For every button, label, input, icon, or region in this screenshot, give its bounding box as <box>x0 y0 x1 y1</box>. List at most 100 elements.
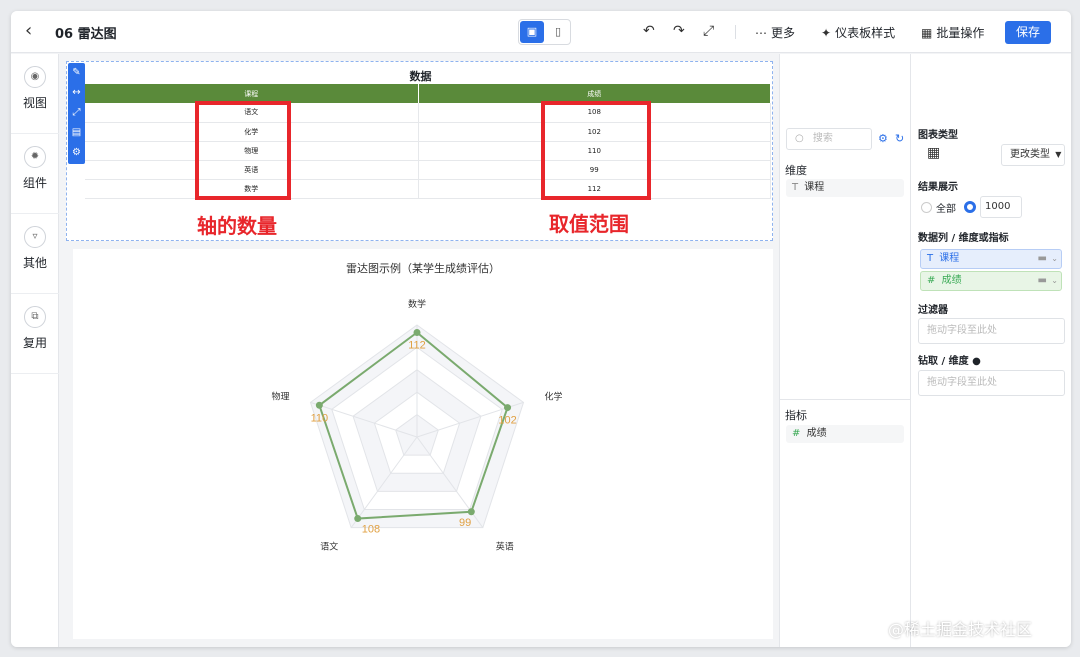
filter-dropzone[interactable]: 拖动字段至此处 <box>918 318 1065 344</box>
table-title: 数据 <box>409 70 432 83</box>
save-button[interactable]: 保存 <box>1005 21 1051 44</box>
radar-data-point <box>504 404 512 412</box>
nav-item-component[interactable]: ✹ 组件 <box>11 134 59 214</box>
table-row: 语文 108 <box>85 103 771 123</box>
number-type-icon: # <box>792 428 801 439</box>
radar-chart: 112 102 99 108 110 数学化学英语 语文 物理 <box>272 298 563 551</box>
other-icon: ▿ <box>24 226 46 248</box>
nav-label-view: 视图 <box>22 96 47 110</box>
batch-operation-button[interactable]: ▦ 批量操作 <box>921 24 984 41</box>
nav-item-view[interactable]: ◉ 视图 <box>11 54 59 134</box>
radio-all[interactable] <box>921 202 932 213</box>
radar-data-point <box>354 515 362 523</box>
radar-axis-label: 物理 <box>272 391 290 402</box>
brush-icon: ✦ <box>821 26 832 40</box>
batch-operation-label: 批量操作 <box>936 26 985 40</box>
nav-item-other[interactable]: ▿ 其他 <box>11 214 59 294</box>
text-type-icon: T <box>927 253 934 264</box>
metric-field-label: 成绩 <box>806 428 827 439</box>
watermark: @稀土掘金技术社区 <box>888 620 1033 639</box>
result-display-label: 结果展示 <box>918 182 958 193</box>
chevron-down-icon[interactable]: ⌄ <box>1051 272 1058 290</box>
datacol-metric-label: 成绩 <box>941 275 962 286</box>
chevron-down-icon[interactable]: ⌄ <box>1051 250 1058 268</box>
resize-icon[interactable]: ↔ <box>68 83 85 103</box>
dashboard-canvas: ✎ ↔ ⤢ ▤ ⚙ 数据 课程 成绩 语文108 化学102 物理110 <box>66 61 776 643</box>
widget-toolbar: ✎ ↔ ⤢ ▤ ⚙ <box>68 63 85 164</box>
redo-icon[interactable]: ↷ <box>673 23 685 39</box>
more-label: 更多 <box>771 26 796 40</box>
data-table: 课程 成绩 语文 108 化学 102 物理 110 英语 99 数学 112 <box>85 84 771 199</box>
reuse-icon: ⧉ <box>24 306 46 328</box>
change-type-select[interactable]: 更改类型 ▼ <box>1001 144 1065 166</box>
radar-data-label: 108 <box>362 524 380 536</box>
export-icon[interactable]: ▤ <box>68 123 85 143</box>
dimension-field-course[interactable]: T 课程 <box>786 179 904 197</box>
dashboard-style-label: 仪表板样式 <box>835 26 896 40</box>
chart-type-label: 图表类型 <box>918 130 958 141</box>
nav-label-reuse: 复用 <box>22 336 47 350</box>
dimension-field-label: 课程 <box>804 182 825 193</box>
annotation-box-axes <box>195 101 291 200</box>
table-row: 物理 110 <box>85 141 771 161</box>
change-type-label: 更改类型 <box>1010 149 1050 160</box>
back-arrow-icon[interactable]: ‹ <box>25 22 32 40</box>
table-row: 英语 99 <box>85 160 771 180</box>
info-icon: ● <box>972 356 981 367</box>
annotation-box-range <box>541 101 651 200</box>
dimension-label: 维度 <box>785 164 807 177</box>
delete-icon[interactable]: ▬ <box>1038 272 1047 290</box>
radar-data-label: 112 <box>408 339 426 351</box>
search-input[interactable]: ○ 搜索 <box>786 128 872 150</box>
dashboard-style-button[interactable]: ✦ 仪表板样式 <box>821 24 895 41</box>
field-panel: ○ 搜索 ⚙ ↻ 维度 T 课程 指标 # 成绩 <box>779 54 912 647</box>
expand-icon[interactable]: ⤢ <box>68 103 85 123</box>
text-type-icon: T <box>792 182 799 193</box>
table-row: 数学 112 <box>85 179 771 199</box>
radar-data-label: 102 <box>498 415 516 427</box>
radar-axis-label: 英语 <box>496 540 514 551</box>
nav-label-other: 其他 <box>22 256 47 270</box>
radar-data-label: 99 <box>459 517 471 529</box>
drill-dropzone[interactable]: 拖动字段至此处 <box>918 370 1065 396</box>
table-type-icon[interactable]: ▦ <box>927 145 940 161</box>
undo-icon[interactable]: ↶ <box>643 23 655 39</box>
radar-axis-label: 化学 <box>544 391 562 402</box>
fullscreen-icon[interactable]: ⤢ <box>703 23 714 39</box>
radar-axis-label: 数学 <box>408 298 426 309</box>
table-widget[interactable]: ✎ ↔ ⤢ ▤ ⚙ 数据 课程 成绩 语文108 化学102 物理110 <box>66 61 773 241</box>
edit-icon[interactable]: ✎ <box>68 63 85 83</box>
radio-limit[interactable] <box>964 201 976 213</box>
radar-data-point <box>413 328 421 336</box>
radar-data-point <box>315 401 323 409</box>
field-settings-icon[interactable]: ⚙ <box>878 132 888 145</box>
ellipsis-icon: ⋯ <box>755 26 767 40</box>
limit-input[interactable]: 1000 <box>980 196 1022 218</box>
datacol-dimension-chip[interactable]: T 课程 ▬ ⌄ <box>920 249 1062 269</box>
more-button[interactable]: ⋯ 更多 <box>755 24 795 41</box>
page-title: 06 雷达图 <box>55 27 117 42</box>
metric-field-score[interactable]: # 成绩 <box>786 425 904 443</box>
search-placeholder: 搜索 <box>812 133 833 144</box>
app-window: ‹ 06 雷达图 ▣ ▯ ↶ ↷ ⤢ ⋯ 更多 ✦ 仪表板样式 ▦ 批量操作 保存 ◉… <box>11 11 1071 647</box>
nav-item-reuse[interactable]: ⧉ 复用 <box>11 294 59 374</box>
limit-value: 1000 <box>985 201 1011 212</box>
mobile-view-icon[interactable]: ▯ <box>546 21 570 43</box>
search-icon: ○ <box>795 133 804 144</box>
desktop-view-icon[interactable]: ▣ <box>520 21 544 43</box>
grid-icon: ▦ <box>921 26 933 40</box>
radar-chart-widget[interactable]: 雷达图示例（某学生成绩评估） 112 102 99 108 110 数学 化学 英语 语文 物理 <box>73 249 773 639</box>
datacol-metric-chip[interactable]: # 成绩 ▬ ⌄ <box>920 271 1062 291</box>
metric-label: 指标 <box>785 409 807 422</box>
refresh-icon[interactable]: ↻ <box>895 132 904 145</box>
panel-splitter[interactable] <box>780 399 912 400</box>
radar-axis-label: 语文 <box>320 540 338 551</box>
delete-icon[interactable]: ▬ <box>1038 250 1047 268</box>
radar-data-label: 110 <box>311 412 329 424</box>
settings-icon[interactable]: ⚙ <box>68 143 85 163</box>
annotation-axes-count: 轴的数量 <box>197 214 277 238</box>
toolbar-divider <box>735 25 736 39</box>
radar-data-point <box>467 508 475 516</box>
data-column-label: 数据列 / 维度或指标 <box>918 233 1009 244</box>
top-toolbar: ‹ 06 雷达图 ▣ ▯ ↶ ↷ ⤢ ⋯ 更多 ✦ 仪表板样式 ▦ 批量操作 保存 <box>11 11 1071 53</box>
